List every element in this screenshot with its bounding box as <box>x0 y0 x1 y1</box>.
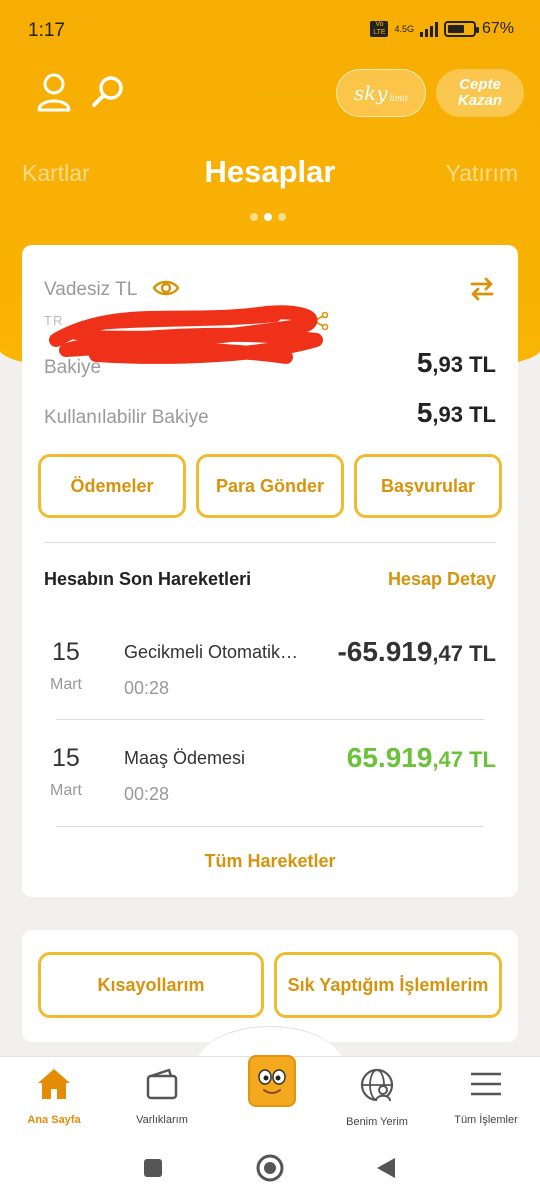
shortcuts-button[interactable]: Kısayollarım <box>38 952 264 1018</box>
divider <box>56 826 484 827</box>
network-type: 4.5G <box>394 23 414 34</box>
balance-label: Bakiye <box>44 357 102 378</box>
nav-all-operations-label: Tüm İşlemler <box>454 1114 518 1126</box>
tx-amount-int: 65.919 <box>346 742 433 773</box>
nav-assets[interactable]: Varlıklarım <box>112 1067 212 1126</box>
home-icon <box>38 1069 70 1099</box>
search-icon[interactable] <box>90 74 130 114</box>
tx-time: 00:28 <box>124 678 170 698</box>
tx-time: 00:28 <box>124 784 170 804</box>
swap-icon[interactable] <box>468 275 496 308</box>
recent-transactions-title: Hesabın Son Hareketleri <box>44 569 252 589</box>
sky-sub-label: limit <box>389 93 409 103</box>
page-dot <box>278 213 286 221</box>
send-money-button[interactable]: Para Gönder <box>196 454 344 518</box>
tx-amount: -65.919,47 TL <box>337 636 496 668</box>
status-time: 1:17 <box>28 20 65 41</box>
tx-amount: 65.919,47 TL <box>347 742 496 774</box>
payments-button[interactable]: Ödemeler <box>38 454 186 518</box>
account-tabs: Kartlar Hesaplar Yatırım <box>0 150 540 200</box>
page-dot-active <box>264 213 272 221</box>
nav-my-place-label: Benim Yerim <box>346 1116 408 1128</box>
mascot-button[interactable] <box>248 1055 296 1107</box>
nav-my-place[interactable]: Benim Yerim <box>327 1067 427 1128</box>
divider <box>44 542 496 543</box>
menu-icon <box>471 1072 501 1096</box>
tx-day: 15 <box>52 638 80 666</box>
page-indicator <box>250 213 286 221</box>
tx-description: Gecikmeli Otomatik Ödeme <box>124 642 299 662</box>
tx-amount-dec: ,47 TL <box>432 747 496 772</box>
home-circle-icon[interactable] <box>256 1154 284 1182</box>
tx-amount-int: -65.919 <box>337 636 433 667</box>
sky-label: sky <box>353 81 388 105</box>
nav-all-operations[interactable]: Tüm İşlemler <box>436 1067 536 1126</box>
battery-icon <box>443 21 479 37</box>
available-balance-label: Kullanılabilir Bakiye <box>44 407 209 428</box>
available-balance-value: 5,93 TL <box>417 397 496 429</box>
tx-day: 15 <box>52 744 80 772</box>
volte-indicator: Vo LTE <box>370 21 389 37</box>
sky-limit-button[interactable]: sky limit <box>336 69 426 117</box>
balance-int: 5 <box>416 347 433 378</box>
all-transactions-link[interactable]: Tüm Hareketler <box>22 851 518 872</box>
account-detail-link[interactable]: Hesap Detay <box>388 569 496 590</box>
tx-amount-dec: ,47 TL <box>432 641 496 666</box>
balance-dec: ,93 TL <box>432 352 496 377</box>
user-icon[interactable] <box>36 72 76 112</box>
tx-description: Maaş Ödemesi <box>124 748 246 768</box>
nav-home[interactable]: Ana Sayfa <box>4 1067 104 1126</box>
signal-icon <box>419 21 438 37</box>
nav-home-label: Ana Sayfa <box>27 1114 81 1126</box>
back-icon[interactable] <box>375 1156 397 1180</box>
applications-button[interactable]: Başvurular <box>354 454 502 518</box>
tx-month: Mart <box>50 782 82 799</box>
recents-icon[interactable] <box>143 1158 163 1178</box>
balance-value: 5,93 TL <box>417 347 496 379</box>
available-int: 5 <box>416 397 433 428</box>
mascot-icon <box>258 1069 286 1094</box>
status-bar: 1:17 Vo LTE 4.5G 67% <box>0 0 540 60</box>
page-dot <box>250 213 258 221</box>
tab-investment[interactable]: Yatırım <box>446 160 518 187</box>
top-bar: sky limit Cepte Kazan <box>0 66 540 122</box>
divider <box>56 719 484 720</box>
cepte-kazan-button[interactable]: Cepte Kazan <box>436 69 524 117</box>
battery-percent: 67% <box>481 20 514 37</box>
account-card: Vadesiz TL TR Bakiye 5,93 TL Kullanılabi… <box>22 245 518 897</box>
nav-assets-label: Varlıklarım <box>136 1114 188 1126</box>
frequent-operations-button[interactable]: Sık Yaptığım İşlemlerim <box>274 952 502 1018</box>
globe-user-icon <box>360 1068 394 1102</box>
system-nav-bar <box>0 1140 540 1200</box>
wallet-icon <box>146 1068 178 1100</box>
available-dec: ,93 TL <box>432 402 496 427</box>
tx-month: Mart <box>50 676 82 693</box>
